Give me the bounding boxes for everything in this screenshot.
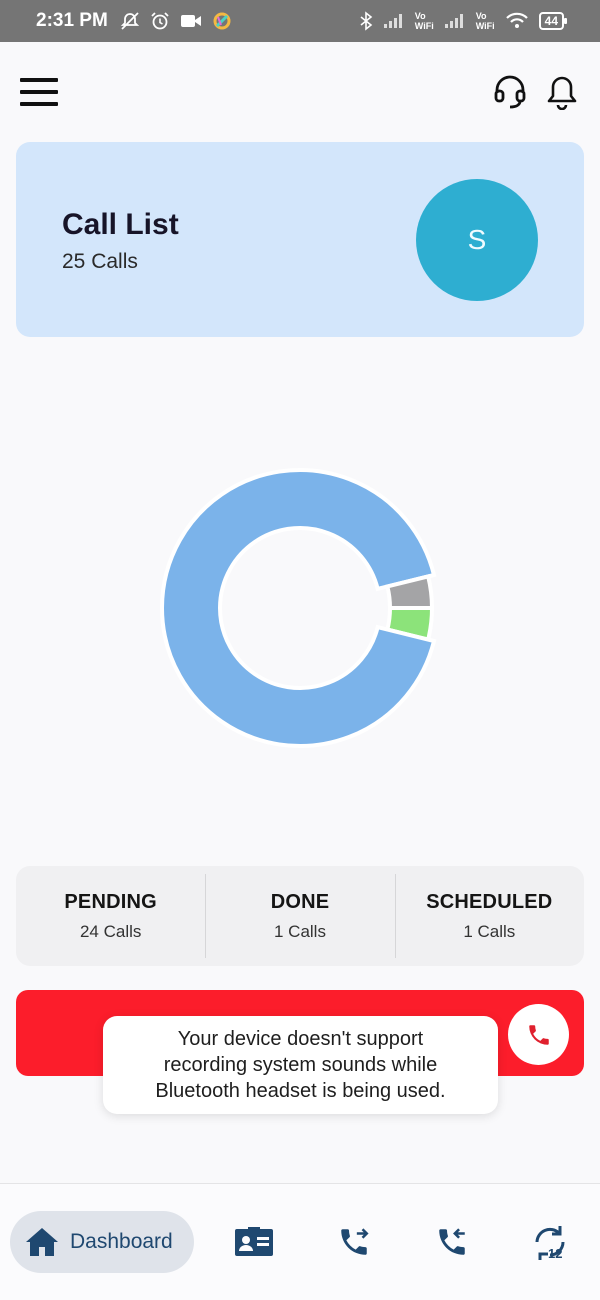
wifi-icon [505, 12, 528, 28]
incoming-call-icon [439, 1228, 465, 1255]
stat-label: SCHEDULED [426, 890, 553, 913]
outgoing-call-icon [341, 1228, 369, 1255]
status-time: 2:31 PM [36, 10, 108, 31]
nav-incoming-calls[interactable] [432, 1224, 472, 1260]
headset-icon[interactable] [492, 74, 528, 110]
status-right-icons: Vo WiFi Vo WiFi 44 [359, 11, 568, 31]
volte-wifi-label: Vo WiFi [414, 11, 434, 31]
call-button[interactable] [508, 1004, 569, 1065]
nav-scheduled[interactable]: 12 [530, 1224, 570, 1260]
phone-icon [528, 1024, 549, 1045]
stat-count: 1 Calls [274, 921, 326, 941]
call-stats: PENDING 24 Calls DONE 1 Calls SCHEDULED … [16, 866, 584, 966]
signal-icon-2 [444, 14, 463, 28]
bluetooth-icon [360, 11, 373, 31]
stat-label: PENDING [64, 890, 157, 913]
donut-svg [160, 468, 437, 748]
alarm-clock-icon [151, 12, 169, 30]
bell-icon[interactable] [546, 74, 578, 110]
contact-card-icon [235, 1227, 273, 1256]
nav-dashboard[interactable]: Dashboard [10, 1211, 194, 1273]
signal-icon [383, 14, 402, 28]
scheduled-12-icon: 12 [535, 1226, 565, 1260]
alarm-off-icon [120, 12, 139, 30]
stat-count: 1 Calls [463, 921, 516, 941]
toast-message: Your device doesn't support recording sy… [103, 1016, 498, 1114]
video-camera-icon [180, 15, 201, 27]
status-bar: 2:31 PM Vo WiFi Vo WiFi 44 [0, 0, 600, 42]
battery-indicator: 44 [538, 12, 568, 30]
call-count: 25 Calls [62, 250, 138, 273]
app-bar [0, 42, 600, 142]
home-icon [26, 1228, 58, 1256]
nav-dashboard-label: Dashboard [70, 1230, 173, 1253]
stat-scheduled[interactable]: SCHEDULED 1 Calls [394, 866, 584, 966]
stat-pending[interactable]: PENDING 24 Calls [16, 866, 205, 966]
calls-donut-chart [150, 458, 450, 758]
app-color-icon [213, 12, 231, 30]
nav-contacts[interactable] [234, 1224, 274, 1260]
avatar[interactable]: S [416, 179, 538, 301]
call-list-card[interactable]: Call List 25 Calls S [16, 142, 584, 337]
scheduled-badge: 12 [548, 1246, 562, 1260]
stat-label: DONE [270, 890, 330, 913]
volte-wifi-label-2: Vo WiFi [475, 11, 495, 31]
hamburger-menu-icon[interactable] [20, 78, 58, 106]
stat-done[interactable]: DONE 1 Calls [205, 866, 394, 966]
status-left-icons [120, 11, 232, 31]
call-list-title: Call List [62, 208, 179, 241]
nav-outgoing-calls[interactable] [334, 1224, 374, 1260]
bottom-navigation: Dashboard 12 [0, 1183, 600, 1300]
stat-count: 24 Calls [79, 921, 142, 941]
